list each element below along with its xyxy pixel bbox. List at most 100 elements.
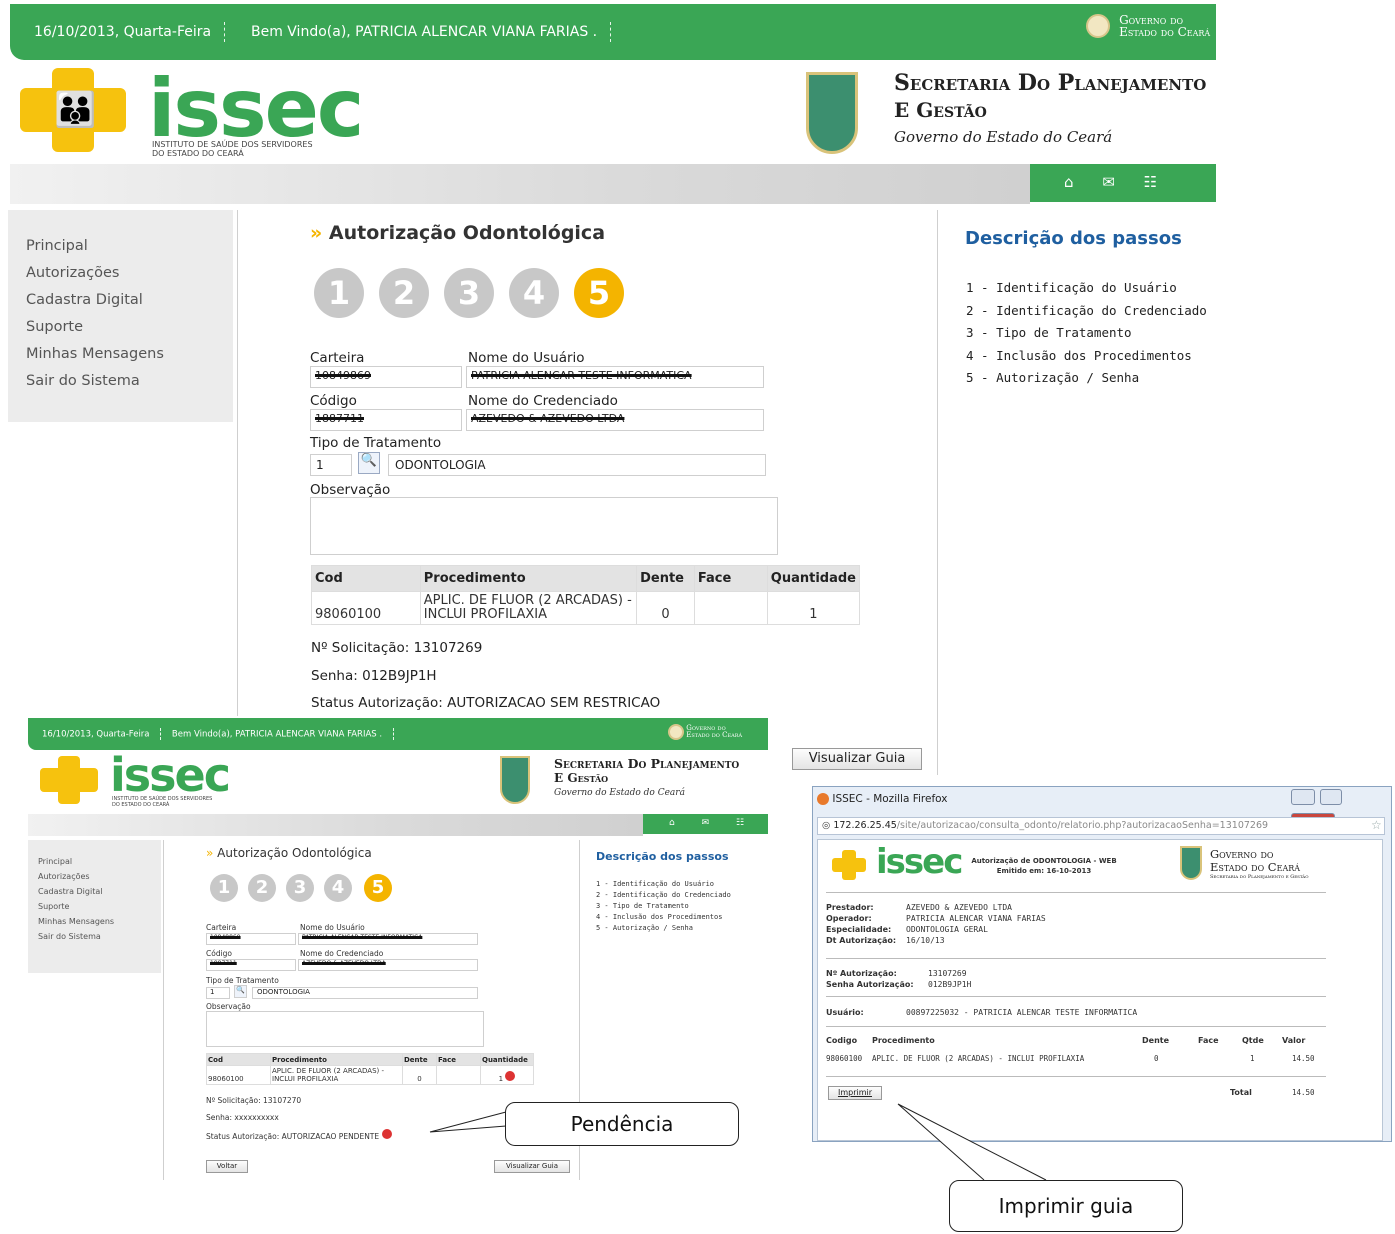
desc-step-4: 4 - Inclusão dos Procedimentos bbox=[966, 347, 1192, 363]
header-band bbox=[10, 164, 1030, 204]
total-value: 14.50 bbox=[1292, 1088, 1315, 1097]
search-icon[interactable]: 🔍 bbox=[358, 452, 380, 474]
sidebar-item-autorizacoes[interactable]: Autorizações bbox=[26, 265, 233, 281]
inset-crest-icon bbox=[668, 724, 684, 740]
inset-solicitacao: Nº Solicitação: 13107270 bbox=[206, 1096, 302, 1105]
family-icon: 👪 bbox=[54, 90, 97, 130]
sidebar-item-minhas-mensagens[interactable]: Minhas Mensagens bbox=[26, 346, 233, 362]
maximize-button[interactable] bbox=[1320, 789, 1343, 805]
desc-step-5: 5 - Autorização / Senha bbox=[966, 370, 1140, 385]
report-seal-icon bbox=[1180, 846, 1202, 880]
carteira-label: Carteira bbox=[310, 350, 365, 366]
inset-procedures-table: Cod Procedimento Dente Face Quantidade 9… bbox=[206, 1053, 534, 1085]
top-bar: 16/10/2013, Quarta-Feira Bem Vindo(a), P… bbox=[10, 4, 1216, 60]
secretaria-line2: E Gestão bbox=[894, 98, 987, 122]
report-logo-word: issec bbox=[876, 842, 963, 882]
imprimir-button[interactable]: Imprimir bbox=[828, 1086, 882, 1100]
usuario-field[interactable]: PATRICIA ALENCAR TESTE INFORMATICA bbox=[466, 366, 764, 388]
step-4: 4 bbox=[509, 268, 559, 318]
visualizar-guia-button[interactable]: Visualizar Guia bbox=[792, 748, 922, 770]
inset-page-title: Autorização Odontológica bbox=[217, 846, 372, 860]
page-title: » Autorização Odontológica bbox=[310, 222, 606, 244]
url-bar[interactable]: ◎ 172.26.25.45/site/autorizacao/consulta… bbox=[817, 817, 1385, 835]
voltar-button[interactable]: Voltar bbox=[206, 1160, 248, 1173]
usuario-label: Nome do Usuário bbox=[468, 350, 585, 366]
pendencia-pointer bbox=[429, 1111, 507, 1133]
inset-visualizar-guia-button[interactable]: Visualizar Guia bbox=[494, 1160, 570, 1173]
pendente-icon bbox=[505, 1071, 516, 1081]
inset-welcome: Bem Vindo(a), PATRICIA ALENCAR VIANA FAR… bbox=[171, 729, 383, 740]
inset-sitemap-icon[interactable]: ☷ bbox=[736, 818, 744, 828]
secretaria-line1: Secretaria Do Planejamento bbox=[894, 70, 1207, 96]
logo-sub1: INSTITUTO DE SAÚDE DOS SERVIDORES bbox=[152, 140, 313, 149]
inset-status: Status Autorização: AUTORIZACAO PENDENTE bbox=[206, 1129, 392, 1141]
report-emitted: Emitido em: 16-10-2013 bbox=[996, 867, 1092, 875]
sitemap-icon[interactable]: ☷ bbox=[1144, 173, 1157, 191]
report-body: issec Autorização de ODONTOLOGIA - WEB E… bbox=[817, 839, 1383, 1141]
tipo-name-field[interactable]: ODONTOLOGIA bbox=[388, 454, 766, 476]
table-row: 98060100 APLIC. DE FLUOR (2 ARCADAS) - I… bbox=[206, 1065, 534, 1085]
desc-step-3: 3 - Tipo de Tratamento bbox=[966, 325, 1132, 340]
window-title: ISSEC - Mozilla Firefox bbox=[832, 793, 948, 805]
procedures-table: Cod Procedimento Dente Face Quantidade 9… bbox=[311, 565, 861, 625]
status-pendente-icon bbox=[381, 1129, 392, 1139]
issec-logo: 👪 issec INSTITUTO DE SAÚDE DOS SERVIDORE… bbox=[20, 62, 364, 168]
step-3: 3 bbox=[444, 268, 494, 318]
table-row: 98060100 APLIC. DE FLUOR (2 ARCADAS) - I… bbox=[311, 591, 861, 625]
seal-icon bbox=[806, 72, 858, 154]
secretaria-line3: Governo do Estado do Ceará bbox=[894, 128, 1113, 146]
obs-label: Observação bbox=[310, 482, 391, 498]
firefox-window: ISSEC - Mozilla Firefox x ◎ 172.26.25.45… bbox=[812, 786, 1392, 1142]
col-cod: Cod bbox=[311, 565, 421, 592]
crest-icon bbox=[1086, 14, 1110, 38]
step-1: 1 bbox=[314, 268, 364, 318]
col-proc: Procedimento bbox=[419, 565, 638, 592]
mail-icon[interactable]: ✉ bbox=[1102, 173, 1115, 191]
sidebar-item-principal[interactable]: Principal bbox=[26, 238, 233, 254]
col-face: Face bbox=[693, 565, 768, 592]
inset-seal-icon bbox=[500, 756, 530, 804]
credenciado-field[interactable]: AZEVEDO & AZEVEDO LTDA bbox=[466, 409, 764, 431]
report-table-header: Codigo Procedimento Dente Face Qtde Valo… bbox=[826, 1036, 1306, 1045]
logo-sub2: DO ESTADO DO CEARÁ bbox=[152, 149, 244, 158]
desc-steps: 1 - Identificação do Usuário 2 - Identif… bbox=[966, 277, 1207, 390]
inset-home-icon[interactable]: ⌂ bbox=[669, 818, 675, 828]
gov-logo: Governo do Estado do Ceará bbox=[1086, 14, 1210, 38]
sidebar-item-sair[interactable]: Sair do Sistema bbox=[26, 373, 233, 389]
tipo-code-field[interactable]: 1 bbox=[310, 454, 352, 476]
inset-date: 16/10/2013, Quarta-Feira bbox=[42, 729, 150, 740]
col-dente: Dente bbox=[636, 565, 695, 592]
home-icon[interactable]: ⌂ bbox=[1064, 173, 1074, 191]
report-title: Autorização de ODONTOLOGIA - WEB bbox=[971, 857, 1117, 865]
firefox-icon bbox=[817, 793, 829, 805]
desc-step-1: 1 - Identificação do Usuário bbox=[966, 280, 1177, 295]
credenciado-label: Nome do Credenciado bbox=[468, 393, 618, 409]
inset-logo-word: issec bbox=[110, 748, 231, 802]
pendencia-callout: Pendência bbox=[505, 1102, 739, 1146]
report-info: Prestador: AZEVEDO & AZEVEDO LTDA Operado… bbox=[826, 903, 1046, 945]
imprimir-callout: Imprimir guia bbox=[949, 1180, 1183, 1232]
obs-textarea[interactable] bbox=[310, 497, 778, 555]
sidebar-item-cadastra-digital[interactable]: Cadastra Digital bbox=[26, 292, 233, 308]
desc-title: Descrição dos passos bbox=[965, 228, 1182, 249]
col-qtd: Quantidade bbox=[766, 565, 861, 592]
tipo-label: Tipo de Tratamento bbox=[310, 435, 442, 451]
sidebar: Principal Autorizações Cadastra Digital … bbox=[8, 210, 233, 422]
minimize-button[interactable] bbox=[1291, 789, 1315, 805]
step-2: 2 bbox=[379, 268, 429, 318]
inset-mail-icon[interactable]: ✉ bbox=[702, 818, 710, 828]
secretaria-block: Secretaria Do Planejamento E Gestão Gove… bbox=[894, 70, 1206, 146]
step-5: 5 bbox=[574, 268, 624, 318]
carteira-field[interactable]: 10849869 bbox=[310, 366, 462, 388]
solicitacao-text: Nº Solicitação: 13107269 bbox=[311, 640, 483, 656]
header-welcome: Bem Vindo(a), PATRICIA ALENCAR VIANA FAR… bbox=[250, 24, 598, 40]
codigo-field[interactable]: 1887711 bbox=[310, 409, 462, 431]
codigo-label: Código bbox=[310, 393, 357, 409]
inset-search-icon[interactable]: 🔍 bbox=[234, 985, 247, 998]
gov-line2: Estado do Ceará bbox=[1119, 25, 1211, 39]
sidebar-item-suporte[interactable]: Suporte bbox=[26, 319, 233, 335]
status-text: Status Autorização: AUTORIZACAO SEM REST… bbox=[311, 695, 661, 711]
table-row: 98060100 APLIC. DE FLUOR (2 ARCADAS) - I… bbox=[826, 1054, 1315, 1063]
globe-icon: ◎ bbox=[822, 820, 831, 831]
bookmark-star-icon[interactable]: ☆ bbox=[1371, 818, 1382, 832]
